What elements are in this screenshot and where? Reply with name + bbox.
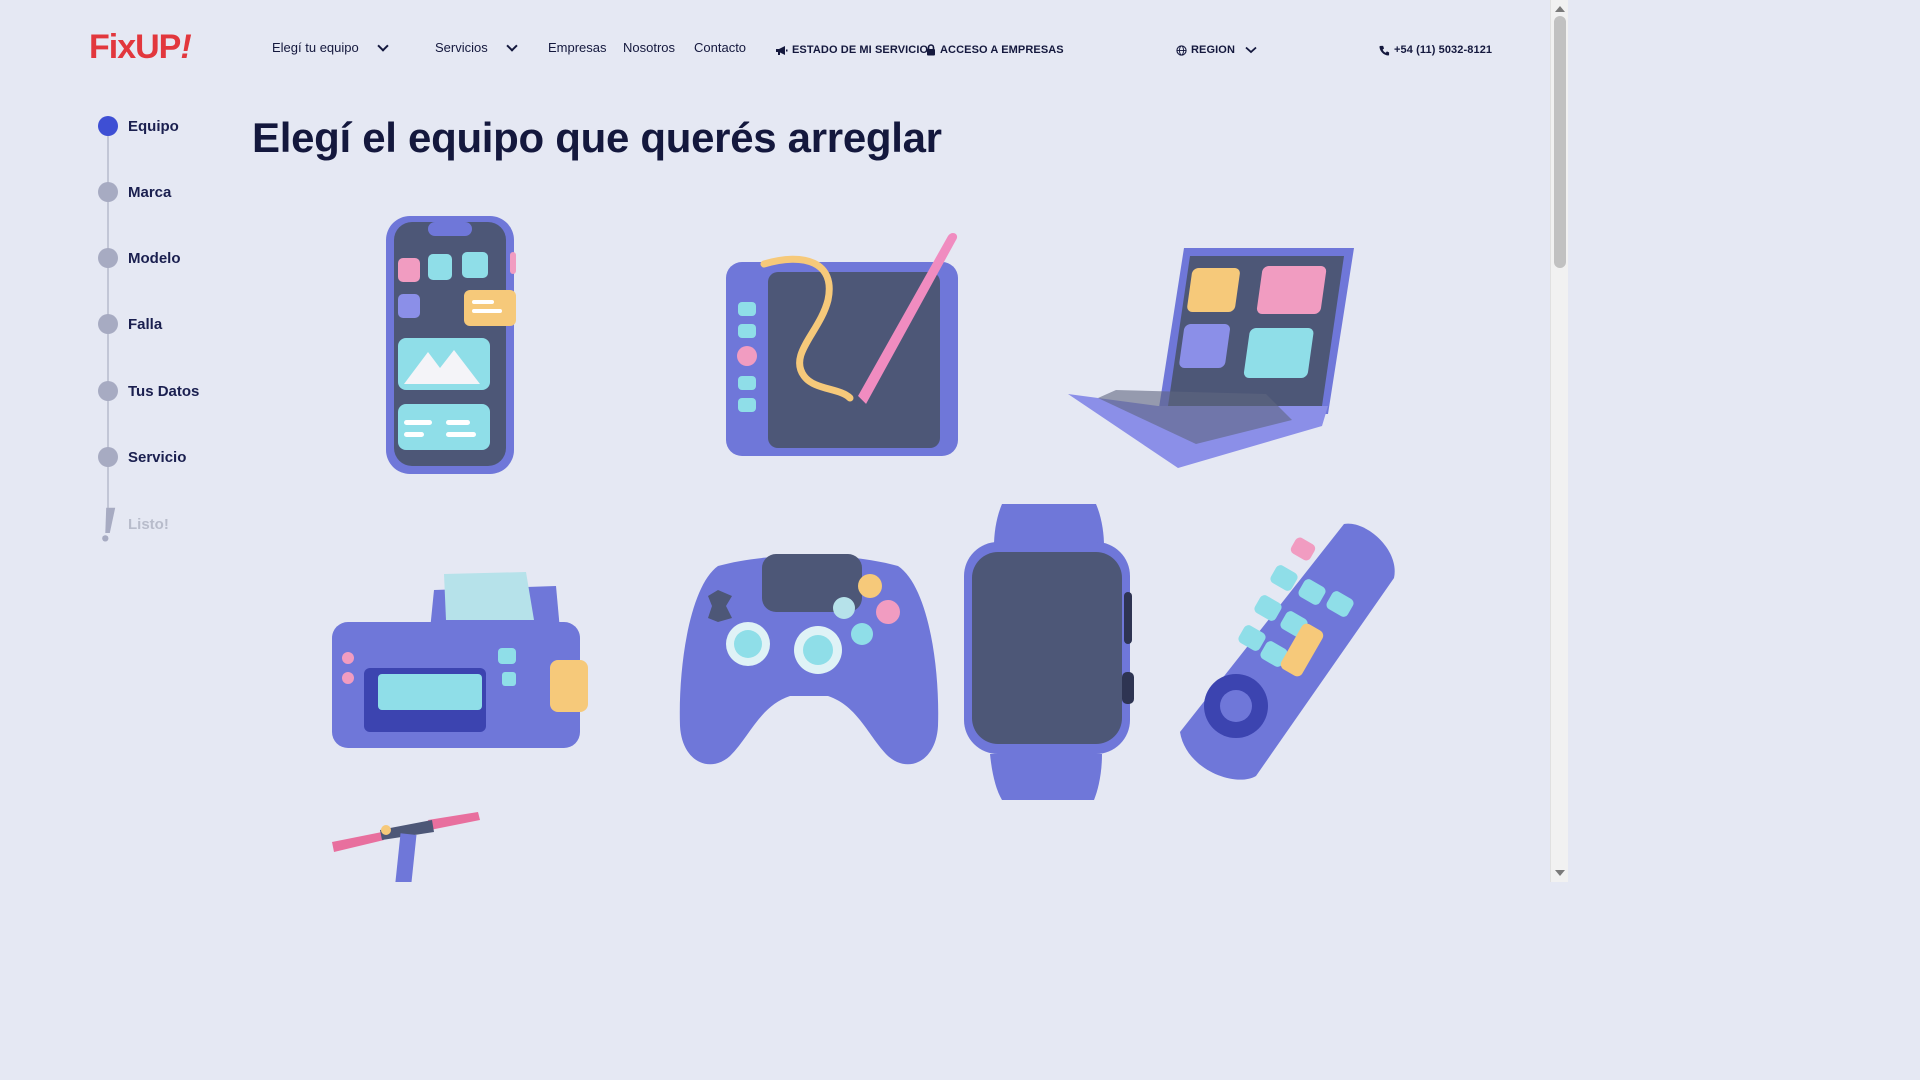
nav-contacto-label: Contacto [694,40,747,55]
nav-elegi-equipo-label: Elegí tu equipo [272,40,359,55]
step-equipo[interactable]: Equipo [96,112,179,140]
device-smartwatch[interactable] [962,504,1138,802]
page-title: Elegí el equipo que querés arreglar [252,114,942,161]
nav-estado-servicio-label: ESTADO DE MI SERVICIO [792,44,929,56]
step-dot [98,447,118,467]
step-dot [98,248,118,268]
step-falla[interactable]: Falla [96,310,162,338]
step-marca[interactable]: Marca [96,178,171,206]
nav-acceso-empresas-label: ACCESO A EMPRESAS [940,44,1064,56]
smartphone-icon [386,216,516,474]
step-tus-datos[interactable]: Tus Datos [96,377,199,405]
scroll-thumb[interactable] [1554,16,1566,268]
phone-number: +54 (11) 5032-8121 [1394,44,1493,56]
nav-servicios-dropdown[interactable]: Servicios [435,39,518,55]
exclamation-icon [102,507,116,542]
region-selector[interactable]: REGION [1176,44,1257,56]
step-servicio[interactable]: Servicio [96,443,186,471]
device-laptop[interactable] [1066,244,1358,470]
laptop-icon [1068,248,1354,468]
step-dot [98,314,118,334]
scroll-up-arrow-icon[interactable] [1555,6,1565,12]
megaphone-icon [776,45,788,55]
fixup-logo[interactable]: FixUP! [89,28,192,66]
remote-control-icon [1180,523,1395,780]
phone-link[interactable]: +54 (11) 5032-8121 [1379,44,1492,56]
phone-icon [1379,45,1390,56]
step-dot-active [98,116,118,136]
chevron-down-icon [377,39,389,52]
step-label: Falla [128,315,163,333]
logo-text-up: UP [135,28,181,66]
nav-estado-servicio-link[interactable]: ESTADO DE MI SERVICIO [775,44,928,56]
nav-servicios-label: Servicios [435,40,488,55]
nav-acceso-empresas-link[interactable]: ACCESO A EMPRESAS [926,44,1064,56]
step-label: Equipo [128,117,179,135]
step-modelo[interactable]: Modelo [96,244,181,272]
step-label: Servicio [128,448,187,466]
device-smartphone[interactable] [380,212,522,477]
device-scooter[interactable] [332,808,482,882]
tablet-icon [726,233,958,456]
lock-icon [927,44,935,56]
chevron-down-icon [1245,46,1257,54]
gamepad-icon [679,554,939,765]
step-listo[interactable]: Listo! [96,507,169,542]
step-dot [98,182,118,202]
chevron-down-icon [506,39,518,52]
step-label: Marca [128,183,172,201]
nav-elegi-equipo-dropdown[interactable]: Elegí tu equipo [272,39,389,55]
step-label: Modelo [128,249,181,267]
scroll-down-arrow-icon[interactable] [1555,870,1565,876]
scooter-icon [332,812,480,882]
top-navigation: FixUP! Elegí tu equipo Servicios Empresa… [0,0,1550,100]
logo-text-bang: ! [180,28,191,66]
step-label: Listo! [128,515,169,533]
page: FixUP! Elegí tu equipo Servicios Empresa… [0,0,1568,882]
device-gamepad[interactable] [678,546,940,772]
device-remote-control[interactable] [1176,520,1400,784]
device-tablet[interactable] [724,228,962,460]
device-printer[interactable] [330,570,590,752]
nav-empresas-link[interactable]: Empresas [548,40,607,55]
nav-empresas-label: Empresas [548,40,607,55]
vertical-scrollbar[interactable] [1550,0,1568,882]
smartwatch-icon [964,504,1134,800]
progress-stepper: Equipo Marca Modelo Falla Tus Datos Serv… [96,112,236,562]
nav-nosotros-label: Nosotros [623,40,676,55]
nav-contacto-link[interactable]: Contacto [694,40,746,55]
nav-nosotros-link[interactable]: Nosotros [623,40,675,55]
logo-text-fix: Fix [89,28,136,66]
step-dot [98,381,118,401]
region-label: REGION [1191,44,1235,56]
printer-icon [332,572,588,748]
globe-icon [1176,44,1187,56]
step-label: Tus Datos [128,382,200,400]
